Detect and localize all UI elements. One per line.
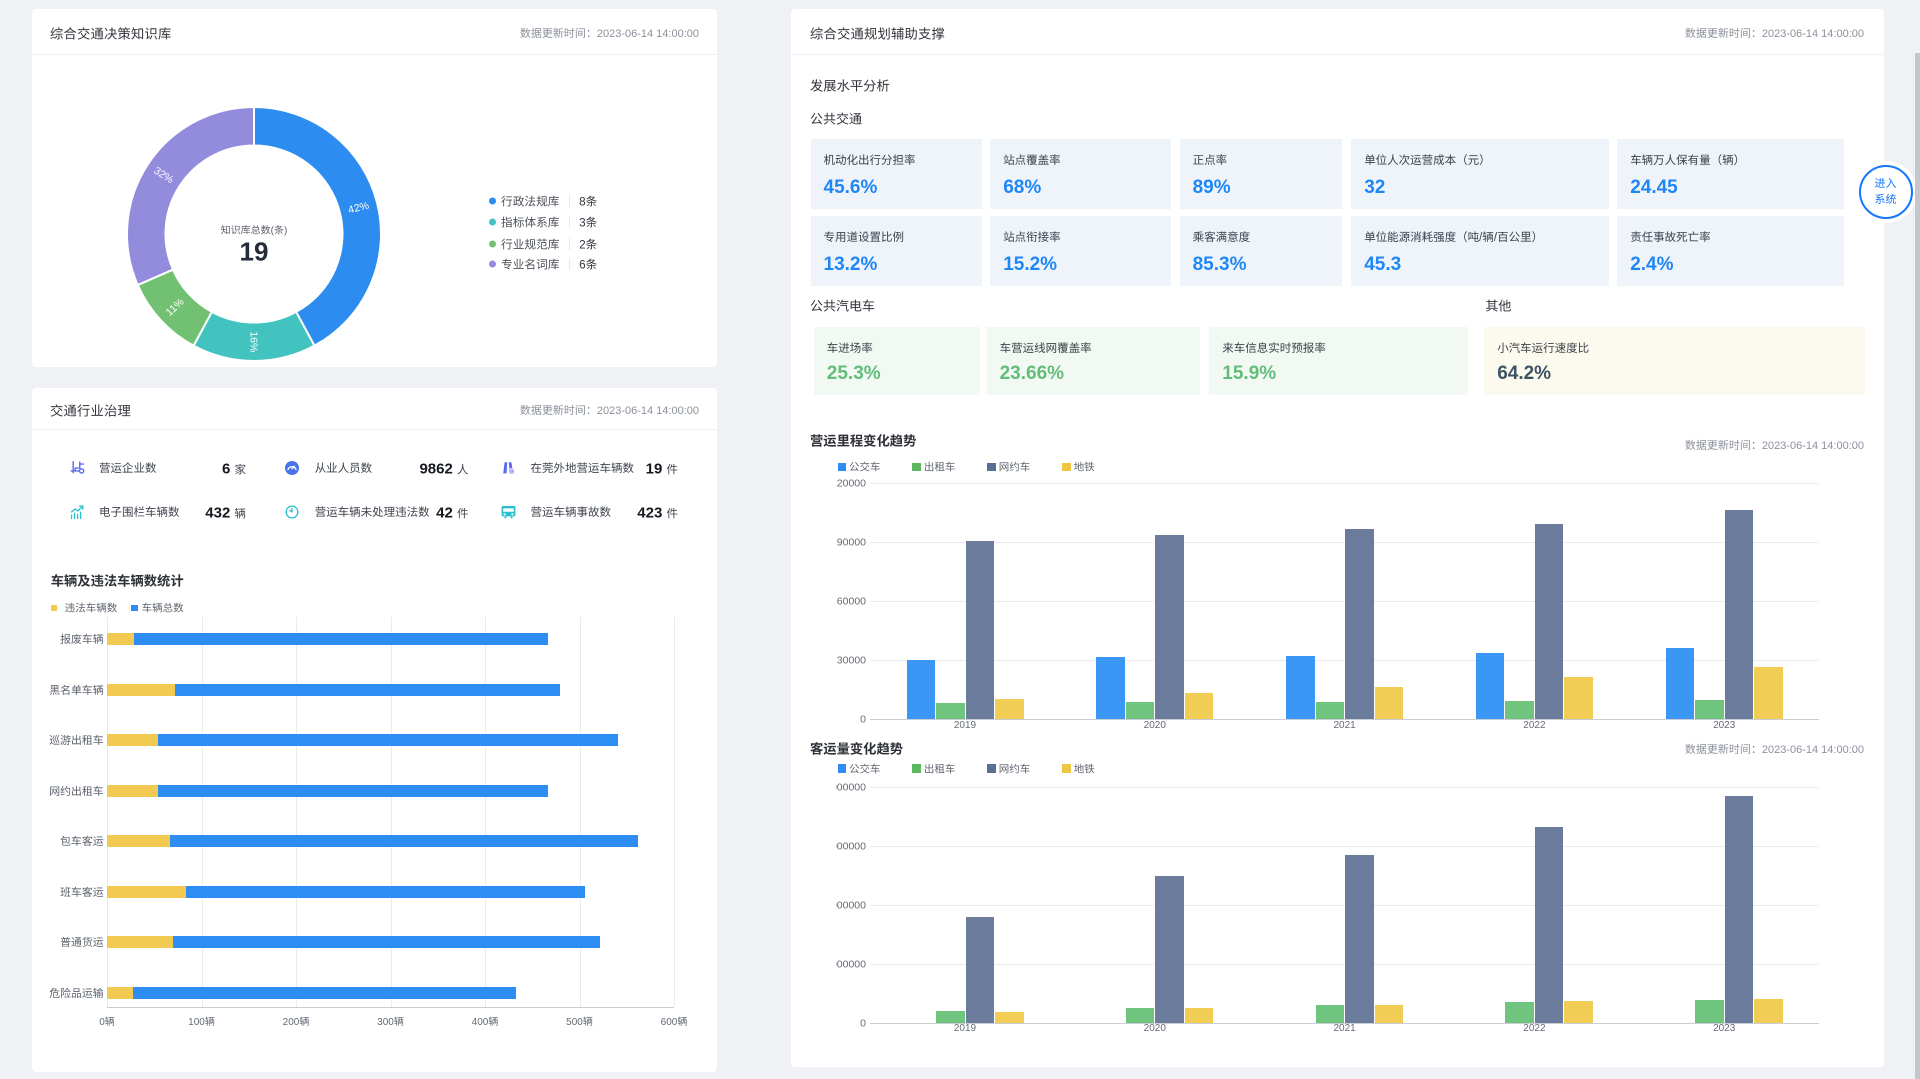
svg-text:16%: 16% bbox=[247, 331, 262, 352]
svg-text:19: 19 bbox=[240, 232, 269, 269]
